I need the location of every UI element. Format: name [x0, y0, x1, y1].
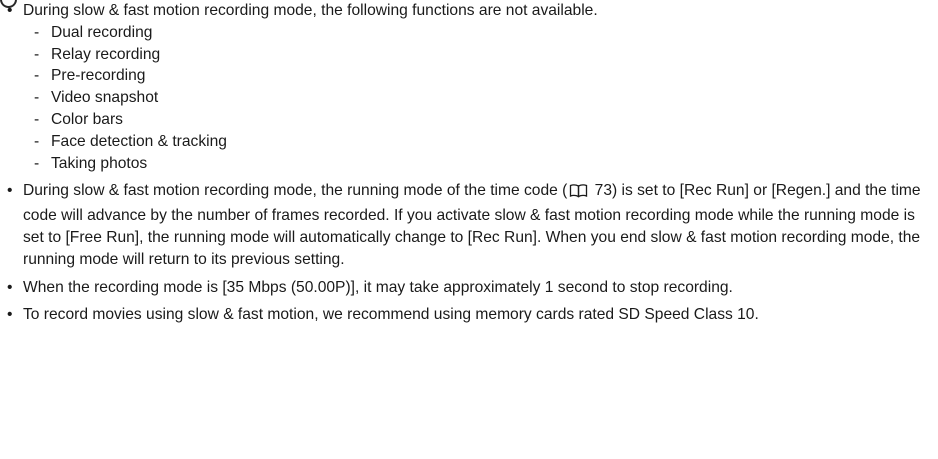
list-item: - Face detection & tracking [34, 132, 227, 150]
note-text-start: During slow & fast motion recording mode… [23, 182, 568, 200]
list-item: - Relay recording [34, 45, 161, 63]
unavailable-functions-list: - Dual recording - Relay recording - Pre-re… [23, 22, 933, 175]
list-item: - Pre-recording [34, 67, 146, 85]
notes-list: • During slow & fast motion recording mo… [7, 0, 933, 332]
note-text: When the recording mode is [35 Mbps (50.… [23, 278, 733, 296]
page-reference-link[interactable]: 73 [590, 182, 612, 199]
note-text: During slow & fast motion recording mode… [23, 2, 598, 19]
list-item: - Video snapshot [34, 89, 159, 107]
book-icon [569, 183, 588, 205]
note-text: To record movies using slow & fast motio… [23, 306, 759, 324]
list-item: - Dual recording [34, 23, 153, 41]
note-item: • During slow & fast motion recording mo… [7, 180, 933, 270]
list-item: - Taking photos [34, 154, 148, 172]
bullet: • [7, 278, 13, 296]
note-item: • When the recording mode is [35 Mbps (5… [7, 277, 933, 299]
list-item: - Color bars [34, 110, 123, 128]
bullet: • [7, 182, 13, 200]
note-item: • During slow & fast motion recording mo… [7, 0, 933, 174]
bullet: • [7, 2, 13, 19]
bullet: • [7, 306, 13, 324]
note-item: • To record movies using slow & fast mot… [7, 304, 933, 326]
